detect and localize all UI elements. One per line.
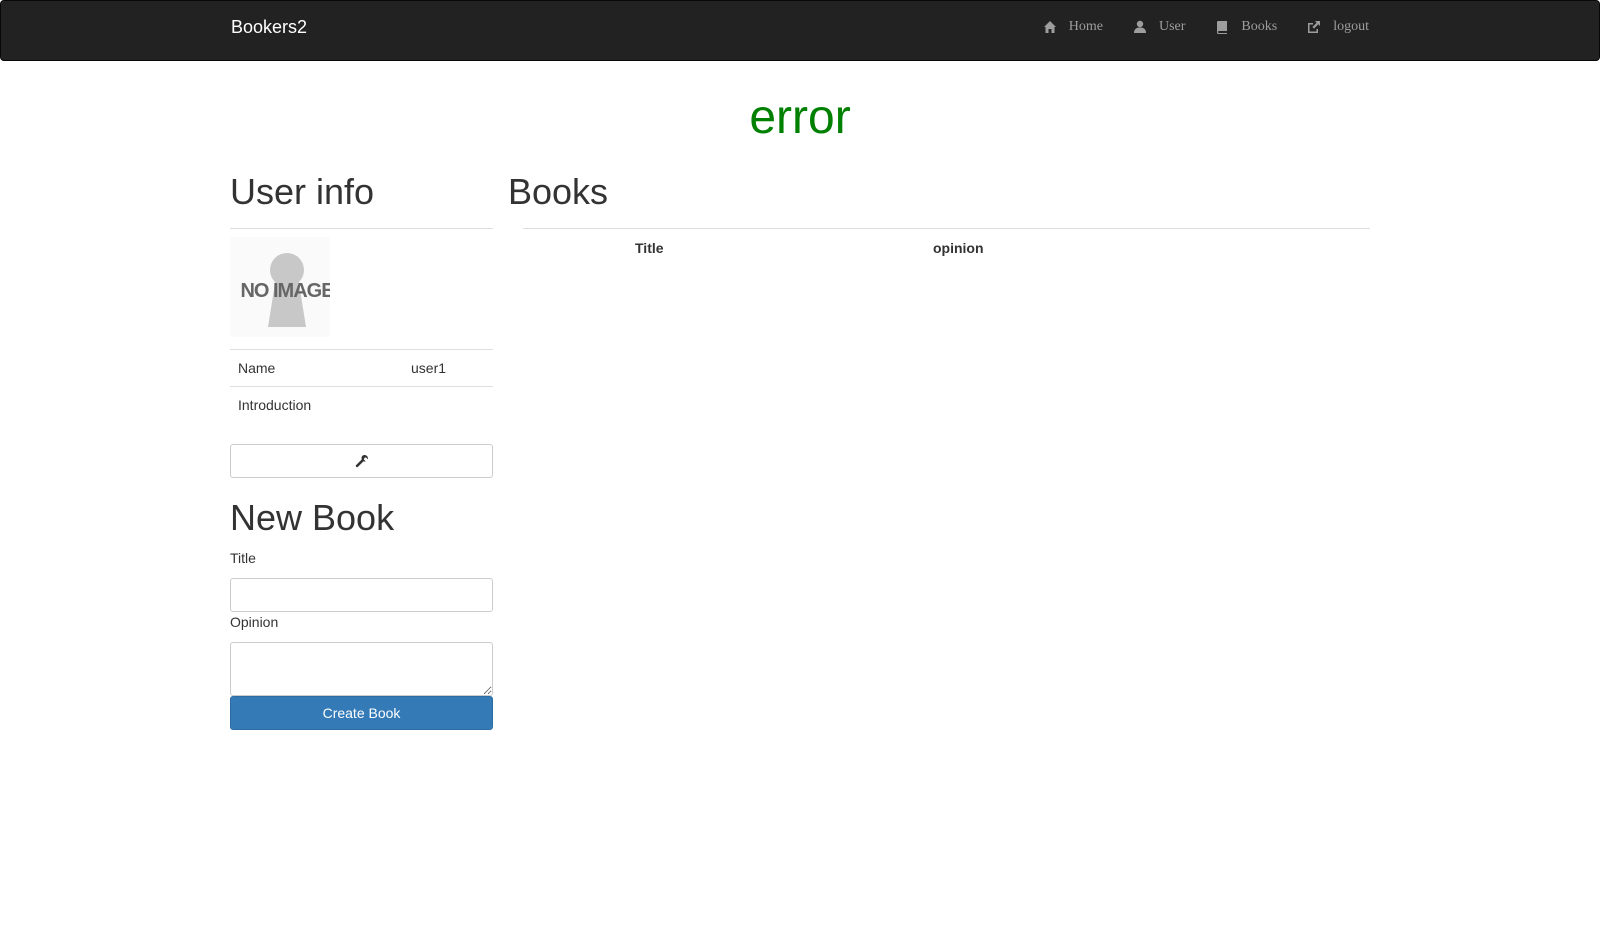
nav-link-home-label: Home — [1068, 19, 1103, 34]
nav-link-home[interactable]: Home — [1043, 19, 1103, 35]
nav-link-user[interactable]: User — [1133, 19, 1185, 35]
introduction-value — [403, 386, 493, 424]
profile-image: NO IMAGE — [230, 237, 330, 337]
user-info-heading: User info — [230, 171, 375, 212]
flash-message: error — [749, 91, 851, 144]
books-table-header-row: Title opinion — [523, 229, 1370, 266]
nav-link-books-label: Books — [1241, 19, 1278, 34]
name-value: user1 — [403, 349, 493, 387]
logout-icon — [1308, 21, 1321, 33]
top-navbar: Bookers2 Home User Books logout — [0, 0, 1600, 61]
nav-link-logout-label: logout — [1333, 19, 1369, 34]
column-header-opinion: opinion — [933, 239, 984, 256]
nav-links: Home User Books logout — [1043, 19, 1369, 35]
column-header-image — [523, 229, 627, 266]
user-icon — [1133, 20, 1146, 33]
nav-link-logout[interactable]: logout — [1307, 19, 1369, 35]
books-panel: Books Title opinion — [508, 170, 1370, 266]
user-info-panel: User info NO IMAGE Name user1 Introducti… — [230, 170, 493, 730]
brand-link[interactable]: Bookers2 — [231, 17, 307, 38]
title-input[interactable] — [230, 577, 493, 612]
no-image-text: NO IMAGE — [240, 280, 330, 302]
name-label: Name — [230, 349, 403, 387]
edit-profile-button[interactable] — [230, 443, 493, 478]
opinion-label: Opinion — [230, 613, 279, 630]
new-book-heading: New Book — [230, 496, 395, 538]
wrench-icon — [355, 454, 368, 467]
nav-link-user-label: User — [1158, 19, 1186, 34]
user-info-table: Name user1 Introduction — [230, 349, 493, 424]
title-label: Title — [230, 549, 256, 566]
nav-link-books[interactable]: Books — [1215, 19, 1277, 35]
home-icon — [1043, 21, 1056, 33]
no-image-placeholder: NO IMAGE — [230, 237, 330, 337]
column-header-title: Title — [635, 239, 664, 256]
table-row: Name user1 — [230, 349, 493, 387]
create-book-button[interactable]: Create Book — [230, 695, 493, 730]
books-table: Title opinion — [523, 229, 1370, 266]
introduction-label: Introduction — [230, 386, 403, 424]
table-row: Introduction — [230, 386, 493, 424]
opinion-textarea[interactable] — [230, 641, 493, 696]
divider — [230, 228, 493, 229]
book-icon — [1217, 21, 1228, 34]
books-heading: Books — [508, 171, 609, 212]
